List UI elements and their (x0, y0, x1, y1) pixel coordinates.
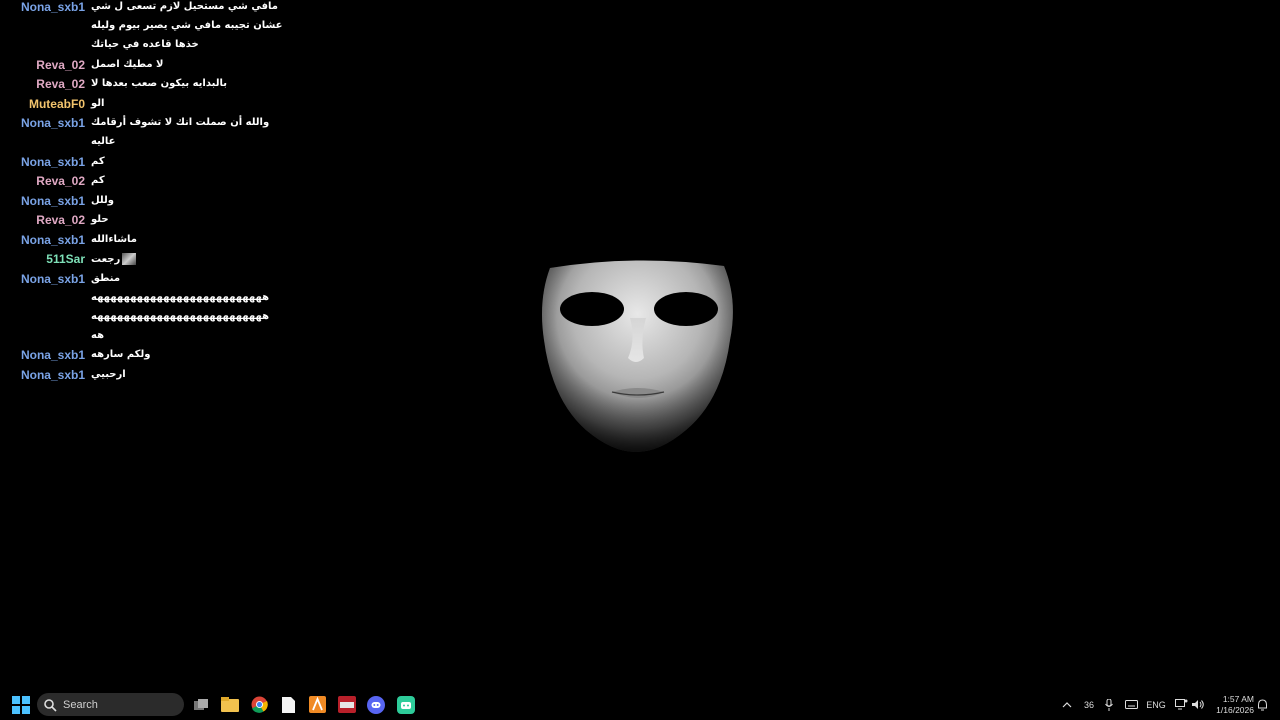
search-label: Search (63, 698, 98, 711)
clock[interactable]: 1:57 AM 1/16/2026 (1208, 694, 1254, 715)
app-icon (308, 696, 326, 713)
keyboard-button[interactable] (1123, 689, 1139, 720)
clock-date: 1/16/2026 (1216, 704, 1254, 715)
android-app-button[interactable] (395, 689, 417, 720)
chrome-icon (251, 696, 268, 713)
notepad-button[interactable] (277, 689, 299, 720)
microphone-icon (1105, 698, 1113, 711)
temperature-widget[interactable]: 36 (1081, 689, 1097, 720)
notepad-icon (281, 696, 295, 713)
keyboard-icon (1124, 700, 1138, 709)
mask-icon (542, 260, 733, 452)
video-app-button[interactable] (336, 689, 358, 720)
windows-icon (12, 695, 30, 714)
search-icon (44, 698, 57, 712)
video-app-icon (338, 696, 356, 713)
start-button[interactable] (10, 689, 32, 720)
android-app-icon (397, 695, 415, 714)
task-view-icon (194, 698, 208, 710)
orange-app-button[interactable] (306, 689, 328, 720)
network-icon (1174, 699, 1187, 710)
volume-icon (1191, 700, 1204, 709)
search-box[interactable]: Search (37, 693, 184, 716)
file-explorer-button[interactable] (219, 689, 241, 720)
file-explorer-icon (221, 697, 239, 712)
discord-button[interactable] (365, 689, 387, 720)
volume-button[interactable] (1190, 689, 1206, 720)
mask-wallpaper (0, 0, 1280, 690)
network-button[interactable] (1173, 689, 1189, 720)
discord-icon (367, 695, 385, 714)
chevron-up-icon (1062, 702, 1072, 708)
language-indicator[interactable]: ENG (1145, 689, 1167, 720)
clock-time: 1:57 AM (1222, 694, 1254, 704)
bell-icon (1257, 698, 1267, 710)
show-hidden-icons-button[interactable] (1060, 689, 1074, 720)
task-view-button[interactable] (190, 689, 212, 720)
taskbar: Search 36 ENG 1:57 AM 1/16/2026 (0, 689, 1280, 720)
microphone-button[interactable] (1102, 689, 1116, 720)
notifications-button[interactable] (1255, 689, 1269, 720)
chrome-button[interactable] (248, 689, 270, 720)
